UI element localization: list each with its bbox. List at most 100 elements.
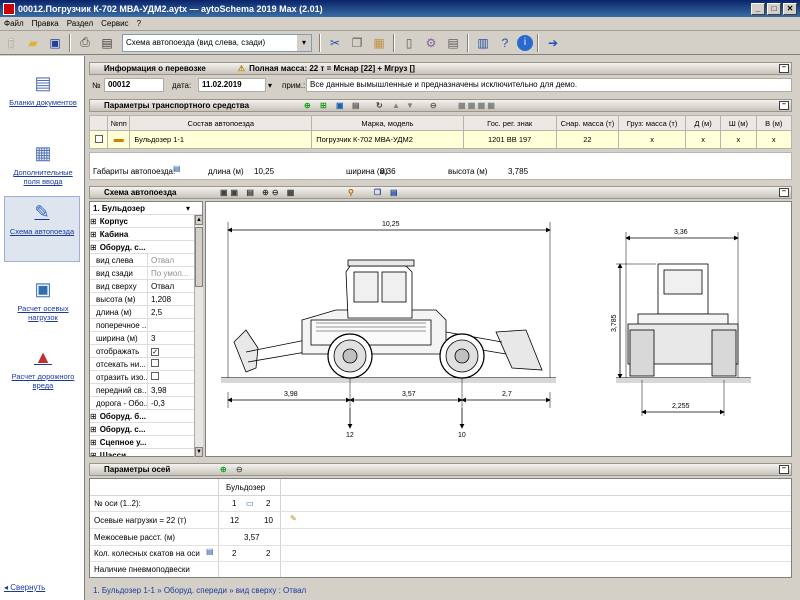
menu-section[interactable]: Раздел [63,19,97,28]
vehicle-length-cell[interactable]: x [684,130,722,149]
vehicle-height-cell[interactable]: x [755,130,793,149]
view-select[interactable]: Схема автопоезда (вид слева, сзади) ▾ [122,33,312,52]
tree-title[interactable]: 1. Бульдозер ▾ [90,202,202,215]
column-header[interactable]: №пп [107,115,131,131]
tree-group[interactable]: ⊞ Шасси [90,449,202,457]
print-preview-icon[interactable]: ▤ [97,33,117,53]
tree-property[interactable]: вид сзади По умол... [90,266,202,280]
tree-property[interactable]: поперечное ... [90,318,202,332]
menu-file[interactable]: Файл [0,19,28,28]
settings-icon[interactable]: ⚙ [421,33,441,53]
vehicle-model-cell[interactable]: Погрузчик К-702 МВА-УДМ2 [311,130,464,149]
sidebar-item-scheme[interactable]: ✎ Схема автопоезда [4,196,80,262]
collapse-panel-icon[interactable]: – [779,64,789,73]
properties-icon[interactable]: ▤ [443,33,463,53]
tree-group[interactable]: ⊞ Сцепное у... [90,436,202,449]
collapse-panel-icon[interactable]: – [779,465,789,474]
vehicle-mass-cell[interactable]: 22 [555,130,620,149]
add-copy-icon[interactable]: ⊞ [320,101,327,110]
tree-property[interactable]: высота (м) 1,208 [90,292,202,306]
axle-load-2[interactable]: 10 [264,516,273,525]
tree-scrollbar[interactable]: ▲ ▼ [194,215,203,457]
axle-params-header[interactable]: Параметры осей ⊕ ⊖ – [89,463,792,476]
expand-icon[interactable]: ⊞ [90,451,97,457]
expand-icon[interactable]: ⊞ [90,217,97,226]
scheme-header[interactable]: Схема автопоезда ▣▣ ▤ ⊕⊖ ▦ ⚲ ❐ ▤ – [89,186,792,199]
menu-service[interactable]: Сервис [97,19,132,28]
column-header[interactable]: Гос. рег. знак [462,115,557,131]
copy-icon[interactable]: ❐ [347,33,367,53]
tree-group[interactable]: ⊞ Оборуд. б... [90,410,202,423]
exit-icon[interactable]: ➔ [543,33,563,53]
tree-property[interactable]: ширина (м) 3 [90,331,202,345]
document-icon[interactable]: ▯ [399,33,419,53]
tree-property[interactable]: вид сверху Отвал [90,279,202,293]
menu-help[interactable]: ? [133,19,145,28]
column-header[interactable]: В (м) [755,115,793,131]
open-folder-icon[interactable]: ▰ [23,33,43,53]
dims-copy-icon[interactable]: ▤ [173,164,181,173]
vehicle-reg-cell[interactable]: 1201 ВВ 197 [462,130,557,149]
axle-distance[interactable]: 3,57 [244,533,260,542]
expand-icon[interactable]: ⊞ [90,425,97,434]
tree-property[interactable]: отразить изо... [90,370,202,384]
table-row[interactable]: ▬ Бульдозер 1-1 Погрузчик К-702 МВА-УДМ2… [88,130,793,149]
number-field[interactable]: 00012 [104,78,164,92]
move-up-icon[interactable]: ▲ [392,101,400,110]
info-icon[interactable]: i [517,34,533,51]
date-dropdown-icon[interactable]: ▾ [268,81,272,90]
tree-group[interactable]: ⊞ Оборуд. с... [90,241,202,254]
close-button[interactable]: ✕ [783,2,797,15]
export-icon[interactable]: ▤ [390,188,398,197]
remove-axle-icon[interactable]: ⊖ [236,465,243,474]
tree-group[interactable]: ⊞ Кабина [90,228,202,241]
insert-icon[interactable]: ▣ [336,101,344,110]
collapse-link[interactable]: ◂ Свернуть [4,583,45,592]
tree-property[interactable]: длина (м) 2,5 [90,305,202,319]
scheme-tools-icon[interactable]: ▣▣ ▤ ⊕⊖ ▦ [220,188,297,197]
column-header[interactable]: Ш (м) [720,115,757,131]
scroll-thumb[interactable] [195,227,203,287]
expand-icon[interactable]: ⊞ [90,412,97,421]
wheels-edit-icon[interactable]: ▤ [206,547,214,556]
tree-checkbox[interactable] [151,359,159,367]
vehicle-width-cell[interactable]: x [720,130,757,149]
scroll-up-icon[interactable]: ▲ [195,215,203,225]
date-field[interactable]: 11.02.2019 [198,78,266,92]
tree-checkbox[interactable]: ✓ [151,347,159,356]
sidebar-item-road-damage[interactable]: ▲ Расчет дорожного вреда [8,346,78,390]
table-edit-icon[interactable]: ▤ [352,101,360,110]
tree-group[interactable]: ⊞ Оборуд. с... [90,423,202,436]
scroll-down-icon[interactable]: ▼ [195,447,203,457]
refresh-icon[interactable]: ↻ [376,101,383,110]
tree-property[interactable]: вид слева Отвал [90,253,202,267]
edit-load-icon[interactable]: ✎ [290,514,297,523]
tree-property[interactable]: дорога - Обо... -0,3 [90,396,202,410]
transport-info-header[interactable]: Информация о перевозке ⚠ Полная масса: 2… [89,62,792,75]
column-header[interactable]: Марка, модель [311,115,464,131]
expand-icon[interactable]: ⊞ [90,438,97,447]
column-header[interactable]: Д (м) [684,115,722,131]
copy-image-icon[interactable]: ❐ [374,188,381,197]
axle-wheels-1[interactable]: 2 [232,549,236,558]
tree-property[interactable]: отсекать ни... [90,357,202,371]
move-down-icon[interactable]: ▼ [406,101,414,110]
expand-icon[interactable]: ⊞ [90,243,97,252]
menu-edit[interactable]: Правка [28,19,63,28]
minimize-button[interactable]: _ [751,2,765,15]
grid-icon[interactable]: ▦ ▦ ▦ ▦ [458,101,495,110]
axle-load-1[interactable]: 12 [230,516,239,525]
help-icon[interactable]: ? [495,33,515,53]
remove-icon[interactable]: ⊖ [430,101,437,110]
paste-icon[interactable]: ▦ [369,33,389,53]
add-icon[interactable]: ⊕ [304,101,311,110]
column-header[interactable]: Груз: масса (т) [618,115,686,131]
sidebar-item-documents[interactable]: ▤ Бланки документов [8,72,78,107]
maximize-button[interactable]: □ [767,2,781,15]
breadcrumb-text[interactable]: 1. Бульдозер 1-1 » Оборуд. спереди » вид… [93,586,306,595]
note-field[interactable]: Все данные вымышленные и предназначены и… [306,78,792,92]
book-icon[interactable]: ▥ [473,33,493,53]
vehicle-params-header[interactable]: Параметры транспортного средства ⊕ ⊞ ▣ ▤… [89,99,792,112]
collapse-panel-icon[interactable]: – [779,188,789,197]
print-icon[interactable]: ⎙ [75,33,95,53]
